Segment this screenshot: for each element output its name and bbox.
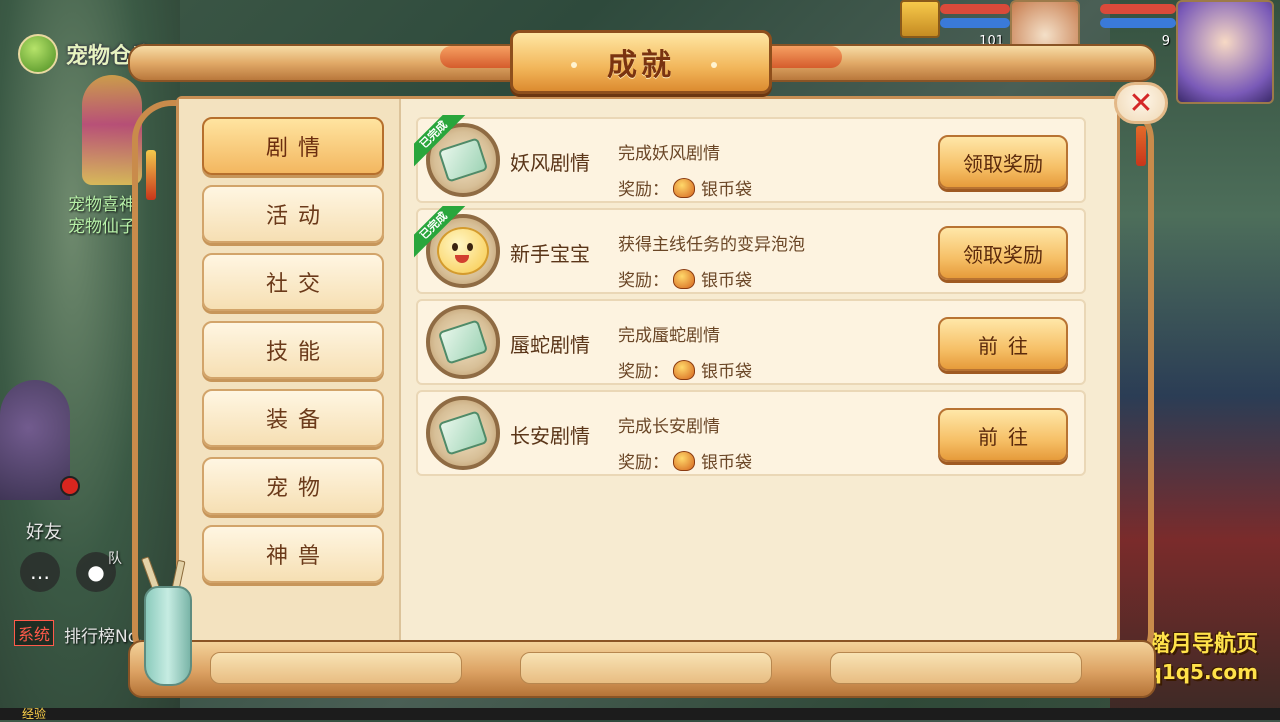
row-reward: 奖励： 银币袋 bbox=[618, 266, 752, 291]
go-button[interactable]: 前往 bbox=[938, 408, 1068, 462]
row-name: 妖风剧情 bbox=[510, 151, 590, 175]
tab-skill[interactable]: 技能 bbox=[202, 321, 384, 379]
pet-egg-icon bbox=[18, 34, 58, 74]
npc-name-2: 宠物仙子 bbox=[68, 217, 136, 237]
record-icon[interactable] bbox=[60, 476, 80, 496]
brush-vase-decoration bbox=[144, 586, 192, 686]
row-description: 完成长安剧情 bbox=[618, 417, 720, 437]
reward-label: 奖励： bbox=[618, 271, 669, 291]
team-label[interactable]: 队 bbox=[108, 548, 122, 568]
rod-segment bbox=[830, 652, 1082, 684]
reward-item: 银币袋 bbox=[701, 271, 752, 291]
row-name: 长安剧情 bbox=[510, 424, 590, 448]
reward-item: 银币袋 bbox=[701, 362, 752, 382]
tab-social[interactable]: 社交 bbox=[202, 253, 384, 311]
watermark-title: 踏月导航页 bbox=[1147, 632, 1258, 657]
title-dot bbox=[571, 62, 577, 68]
scroll-shape bbox=[437, 319, 489, 365]
completed-label: 已完成 bbox=[414, 115, 468, 169]
row-reward: 奖励： 银币袋 bbox=[618, 448, 752, 473]
panel-title-plate: 成就 bbox=[510, 30, 772, 94]
coin-bag-icon bbox=[673, 177, 695, 198]
row-reward: 奖励： 银币袋 bbox=[618, 357, 752, 382]
reward-item: 银币袋 bbox=[701, 180, 752, 200]
system-channel-tag: 系统 bbox=[14, 620, 55, 646]
completed-label: 已完成 bbox=[414, 206, 468, 260]
title-dot bbox=[711, 62, 717, 68]
coin-bag-icon bbox=[673, 450, 695, 471]
friend-label[interactable]: 好友 bbox=[26, 518, 62, 544]
panel-title: 成就 bbox=[607, 48, 675, 83]
tab-pet[interactable]: 宠物 bbox=[202, 457, 384, 515]
rod-segment bbox=[520, 652, 772, 684]
exp-label: 经验 bbox=[22, 707, 47, 721]
row-description: 获得主线任务的变异泡泡 bbox=[618, 235, 805, 255]
tassel-right bbox=[1136, 126, 1146, 166]
tab-equipment[interactable]: 装备 bbox=[202, 389, 384, 447]
close-x-icon: ✕ bbox=[1128, 85, 1154, 121]
bell-tassel-left bbox=[146, 150, 156, 200]
achievement-row: 蜃蛇剧情 完成蜃蛇剧情 奖励： 银币袋 前往 bbox=[416, 299, 1086, 385]
exp-bar: 经验 bbox=[0, 707, 1280, 721]
achievement-row: 长安剧情 完成长安剧情 奖励： 银币袋 前往 bbox=[416, 390, 1086, 476]
rod-segment bbox=[210, 652, 462, 684]
tab-activity[interactable]: 活动 bbox=[202, 185, 384, 243]
scroll-icon bbox=[426, 305, 500, 379]
close-button[interactable]: ✕ bbox=[1114, 82, 1168, 124]
armor-icon bbox=[900, 0, 940, 38]
tab-divine-beast[interactable]: 神兽 bbox=[202, 525, 384, 583]
scroll-rod-bottom bbox=[128, 640, 1156, 698]
achievement-row: 已完成 妖风剧情 完成妖风剧情 奖励： 银币袋 领取奖励 bbox=[414, 115, 1086, 203]
player-portrait[interactable] bbox=[1176, 0, 1274, 104]
claim-reward-button[interactable]: 领取奖励 bbox=[938, 226, 1068, 280]
reward-label: 奖励： bbox=[618, 362, 669, 382]
coin-bag-icon bbox=[673, 359, 695, 380]
row-reward: 奖励： 银币袋 bbox=[618, 175, 752, 200]
claim-reward-button[interactable]: 领取奖励 bbox=[938, 135, 1068, 189]
reward-item: 银币袋 bbox=[701, 453, 752, 473]
row-name: 新手宝宝 bbox=[510, 242, 590, 266]
row-description: 完成妖风剧情 bbox=[618, 144, 720, 164]
go-button[interactable]: 前往 bbox=[938, 317, 1068, 371]
tab-story[interactable]: 剧情 bbox=[202, 117, 384, 175]
reward-label: 奖励： bbox=[618, 180, 669, 200]
scroll-icon bbox=[426, 396, 500, 470]
completed-ribbon: 已完成 bbox=[414, 206, 468, 260]
row-description: 完成蜃蛇剧情 bbox=[618, 326, 720, 346]
achievement-row: 已完成 新手宝宝 获得主线任务的变异泡泡 奖励： 银币袋 领取奖励 bbox=[414, 206, 1086, 294]
coin-bag-icon bbox=[673, 268, 695, 289]
completed-ribbon: 已完成 bbox=[414, 115, 468, 169]
row-name: 蜃蛇剧情 bbox=[510, 333, 590, 357]
scroll-shape bbox=[437, 410, 489, 456]
chat-bubble-icon[interactable]: … bbox=[20, 552, 60, 592]
reward-label: 奖励： bbox=[618, 453, 669, 473]
